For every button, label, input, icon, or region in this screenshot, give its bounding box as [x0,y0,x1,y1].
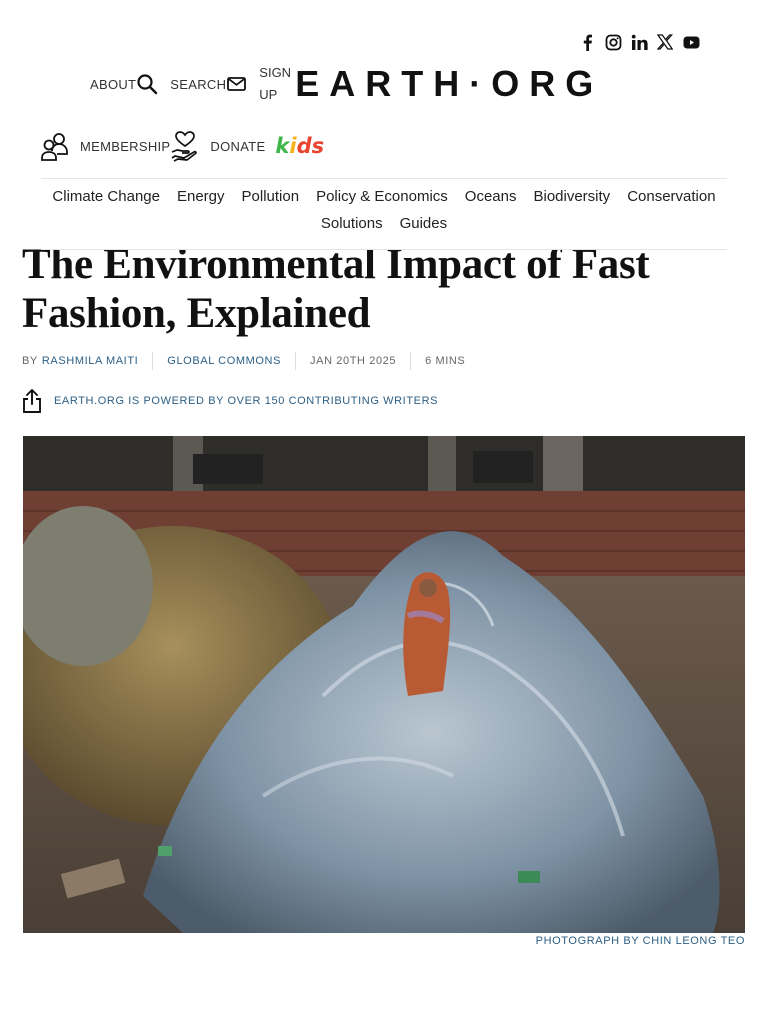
article-title: The Environmental Impact of Fast Fashion… [22,241,650,337]
about-link[interactable]: ABOUT [90,77,136,92]
author-link[interactable]: RASHMILA MAITI [42,355,138,367]
linkedin-icon[interactable] [630,33,648,51]
category-link-policy-economics[interactable]: Policy & Economics [316,188,448,205]
x-icon[interactable] [656,33,674,51]
category-link-solutions[interactable]: Solutions [321,215,383,232]
signup-line1: SIGN [259,65,292,80]
category-bar: Climate Change Energy Pollution Policy & Ec… [41,178,727,250]
secondary-navigation: MEMBERSHIP DONATE kids [40,130,324,162]
about-label: ABOUT [90,76,137,92]
category-link-conservation[interactable]: Conservation [627,188,715,205]
category-link-pollution[interactable]: Pollution [242,188,300,205]
kids-letter-k: k [275,134,290,158]
kids-letter-d: d [296,134,312,158]
membership-link[interactable]: MEMBERSHIP [80,139,170,154]
search-link[interactable]: SEARCH [170,76,247,92]
byline-prefix: BY [22,355,38,367]
article-meta: BY RASHMILA MAITI GLOBAL COMMONS JAN 20T… [22,352,465,370]
signup-line2: UP [259,87,278,102]
meta-divider [410,352,412,370]
category-row-1: Climate Change Energy Pollution Policy & Ec… [41,188,727,205]
search-icon[interactable] [136,73,158,95]
category-link-biodiversity[interactable]: Biodiversity [533,188,610,205]
section-link[interactable]: GLOBAL COMMONS [167,355,281,367]
signup-link[interactable]: SIGN UP [259,62,293,106]
donate-link[interactable]: DONATE [210,139,265,154]
search-label: SEARCH [170,76,227,92]
kids-link[interactable]: kids [275,134,324,158]
youtube-icon[interactable] [682,33,700,51]
meta-divider [152,352,154,370]
read-time: 6 MINS [425,355,466,367]
envelope-icon [227,76,247,92]
category-link-energy[interactable]: Energy [177,188,225,205]
category-link-climate-change[interactable]: Climate Change [52,188,160,205]
category-row-2: Solutions Guides [41,215,727,232]
share-icon[interactable] [22,388,42,414]
meta-divider [295,352,297,370]
category-link-oceans[interactable]: Oceans [465,188,517,205]
membership-icon [40,131,70,161]
share-row: EARTH.ORG IS POWERED BY OVER 150 CONTRIB… [22,388,438,414]
kids-letter-s: s [311,134,325,158]
publish-date: JAN 20TH 2025 [310,355,397,367]
hero-photo [23,436,745,933]
top-navigation: ABOUT SEARCH SIGN UP EARTH·ORG [90,62,603,106]
kids-letter-i: i [289,134,297,158]
facebook-icon[interactable] [578,33,596,51]
donate-heart-hand-icon [170,130,200,162]
photo-credit: PHOTOGRAPH BY CHIN LEONG TEO [535,935,745,947]
instagram-icon[interactable] [604,33,622,51]
contributors-link[interactable]: EARTH.ORG IS POWERED BY OVER 150 CONTRIB… [54,395,438,407]
site-logo[interactable]: EARTH·ORG [295,63,603,105]
social-links [578,33,700,51]
category-link-guides[interactable]: Guides [400,215,448,232]
